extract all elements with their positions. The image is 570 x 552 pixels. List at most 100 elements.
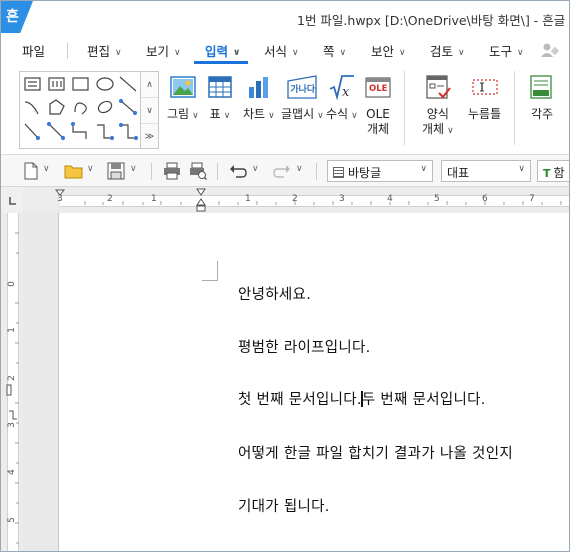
insert-formula-button[interactable]: x 수식 ∨ (326, 73, 358, 124)
paragraph-style-icon (333, 167, 344, 178)
ruler-number: 6 (482, 194, 488, 204)
menu-tools-label: 도구 (489, 44, 513, 59)
chevron-down-icon: ∨ (292, 48, 299, 58)
chart-label: 차트 (243, 107, 266, 121)
chevron-down-icon: ∨ (268, 111, 275, 121)
document-page[interactable]: 안녕하세요. 평범한 라이프입니다. 첫 번째 문서입니다.두 번째 문서입니다… (58, 213, 569, 551)
chevron-down-icon: ∨ (351, 111, 358, 121)
paragraph-3[interactable]: 첫 번째 문서입니다.두 번째 문서입니다. (238, 388, 486, 409)
picture-label: 그림 (167, 107, 190, 121)
ribbon: ∧ ∨ ≫ 그림 ∨ 표 ∨ 차트 ∨ 가나다 글맵시 ∨ x 수식 ∨ OLE… (1, 65, 569, 155)
insert-field-button[interactable]: 누름틀 (468, 73, 501, 122)
print-icon[interactable] (163, 162, 181, 180)
expand-gallery-icon[interactable]: ≫ (141, 124, 158, 150)
insert-wordart-button[interactable]: 가나다 글맵시 ∨ (281, 73, 324, 124)
chevron-down-icon[interactable]: ∨ (87, 164, 94, 174)
ruler-number: 2 (292, 194, 298, 204)
scroll-up-icon[interactable]: ∧ (141, 72, 158, 98)
active-tab-indicator (194, 61, 248, 64)
menu-page[interactable]: 쪽 ∨ (323, 41, 346, 60)
insert-ole-button[interactable]: OLE OLE 개체 (364, 73, 392, 137)
formula-icon: x (328, 73, 356, 101)
chart-icon (245, 73, 273, 101)
paragraph-1[interactable]: 안녕하세요. (238, 283, 311, 304)
font-name-value: 함 (553, 166, 565, 180)
table-label: 표 (209, 107, 221, 121)
menu-bar: 파일 편집 ∨ 보기 ∨ 입력 ∨ 서식 ∨ 쪽 ∨ 보안 ∨ 검토 ∨ 도구 ∨ (1, 35, 569, 65)
wordart-label: 글맵시 (281, 107, 315, 121)
menu-format[interactable]: 서식 ∨ (264, 41, 299, 60)
menu-insert-label: 입력 (205, 44, 229, 59)
chevron-down-icon[interactable]: ∨ (43, 164, 50, 174)
chevron-down-icon: ∨ (317, 111, 324, 121)
footnote-icon (528, 73, 556, 101)
chevron-down-icon: ∨ (447, 126, 454, 136)
chevron-down-icon: ∨ (174, 48, 181, 58)
menu-view[interactable]: 보기 ∨ (146, 41, 181, 60)
menu-review[interactable]: 검토 ∨ (430, 41, 465, 60)
ruler-corner[interactable] (1, 187, 23, 213)
save-icon[interactable] (107, 162, 125, 180)
insert-picture-button[interactable]: 그림 ∨ (167, 73, 199, 124)
insert-footnote-button[interactable]: 각주 (528, 73, 556, 122)
undo-icon[interactable] (229, 162, 247, 180)
shapes-gallery-scroll: ∧ ∨ ≫ (141, 71, 159, 149)
formula-label: 수식 (326, 107, 349, 121)
menu-tools[interactable]: 도구 ∨ (489, 41, 524, 60)
chevron-down-icon[interactable]: ∨ (296, 164, 303, 174)
chevron-down-icon: ∨ (399, 48, 406, 58)
style-combo[interactable]: 바탕글 ∨ (327, 160, 433, 182)
ruler-number: 1 (245, 194, 251, 204)
redo-icon[interactable] (273, 162, 291, 180)
app-logo-icon[interactable]: 흔 (1, 1, 33, 33)
menu-insert[interactable]: 입력 ∨ (205, 41, 240, 60)
picture-icon (169, 73, 197, 101)
paragraph-4[interactable]: 어떻게 한글 파일 합치기 결과가 나올 것인지 (238, 442, 513, 463)
chevron-down-icon: ∨ (192, 111, 199, 121)
ruler-number: 7 (529, 194, 535, 204)
field-icon (471, 73, 499, 101)
ribbon-separator (514, 71, 515, 145)
shapes-gallery-icons[interactable] (20, 72, 142, 150)
form-object-label-2: 개체 (422, 122, 445, 136)
paragraph-3-part-2: 두 번째 문서입니다. (361, 392, 486, 408)
insert-form-object-button[interactable]: 양식 개체 ∨ (422, 73, 454, 139)
chevron-down-icon[interactable]: ∨ (252, 164, 259, 174)
app-window: 흔 1번 파일.hwpx [D:\OneDrive\바탕 화면\] - 흔글 파… (0, 0, 570, 552)
form-object-label: 양식 (426, 107, 449, 121)
chevron-down-icon[interactable]: ∨ (130, 164, 137, 174)
new-document-icon[interactable] (23, 162, 41, 180)
insert-chart-button[interactable]: 차트 ∨ (243, 73, 275, 124)
wordart-icon-text: 가나다 (290, 85, 316, 95)
print-preview-icon[interactable] (189, 162, 208, 181)
paragraph-3-part-1: 첫 번째 문서입니다. (238, 392, 362, 408)
standard-toolbar: ∨ ∨ ∨ ∨ ∨ 바탕글 ∨ 대표 ∨ T 함 (1, 155, 569, 187)
font-type-icon: T (543, 167, 551, 180)
toolbar-separator (151, 163, 152, 180)
insert-table-button[interactable]: 표 ∨ (206, 73, 234, 124)
title-bar: 흔 1번 파일.hwpx [D:\OneDrive\바탕 화면\] - 흔글 (1, 1, 569, 35)
toolbar-separator (217, 163, 218, 180)
ruler-number: 3 (339, 194, 345, 204)
menu-file[interactable]: 파일 (22, 41, 45, 60)
vertical-ruler[interactable]: 0 1 2 3 4 5 (1, 213, 23, 551)
ole-icon: OLE (364, 73, 392, 101)
chevron-down-icon: ∨ (115, 48, 122, 58)
font-name-combo[interactable]: T함 (537, 160, 569, 182)
menu-security[interactable]: 보안 ∨ (371, 41, 406, 60)
horizontal-ruler[interactable]: 3 2 1 1 2 3 4 5 6 7 (23, 187, 569, 213)
document-area: 안녕하세요. 평범한 라이프입니다. 첫 번째 문서입니다.두 번째 문서입니다… (23, 213, 569, 551)
account-icon[interactable] (541, 42, 560, 61)
paragraph-5[interactable]: 기대가 됩니다. (238, 495, 330, 516)
chevron-down-icon: ∨ (339, 48, 347, 58)
field-label: 누름틀 (468, 107, 502, 121)
toolbar-separator (316, 163, 317, 180)
menu-edit[interactable]: 편집 ∨ (87, 41, 122, 60)
ruler-number: 4 (387, 194, 393, 204)
paragraph-2[interactable]: 평범한 라이프입니다. (238, 336, 371, 357)
font-combo[interactable]: 대표 ∨ (441, 160, 531, 182)
scroll-down-icon[interactable]: ∨ (141, 98, 158, 124)
open-folder-icon[interactable] (64, 162, 83, 180)
font-combo-value: 대표 (447, 166, 470, 180)
menu-format-label: 서식 (264, 44, 288, 59)
